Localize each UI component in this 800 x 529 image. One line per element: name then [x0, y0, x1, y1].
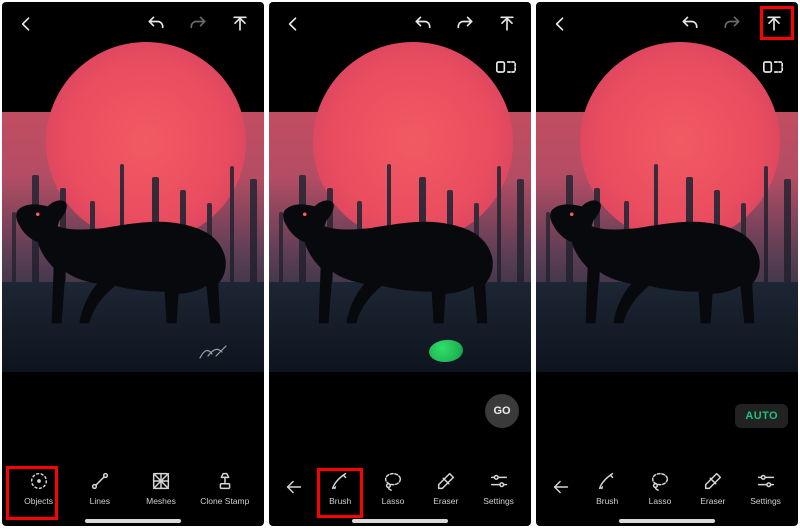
tool-settings[interactable]: Settings [744, 469, 788, 506]
tool-meshes[interactable]: Meshes [139, 469, 183, 506]
tool-label: Objects [24, 496, 53, 506]
toolbar-back-button[interactable] [546, 475, 576, 499]
meshes-icon [149, 469, 173, 493]
image-canvas[interactable] [536, 112, 798, 372]
undo-icon[interactable] [144, 12, 168, 36]
home-indicator [619, 519, 715, 523]
phone-screen-2: GO Brush Lasso Eraser Settings [269, 2, 531, 526]
tool-lines[interactable]: Lines [78, 469, 122, 506]
tool-label: Lines [90, 496, 110, 506]
export-icon[interactable] [762, 12, 786, 36]
clonestamp-icon [213, 469, 237, 493]
eraser-icon [701, 469, 725, 493]
tool-brush[interactable]: Brush [585, 469, 629, 506]
tool-label: Lasso [382, 496, 405, 506]
home-indicator [352, 519, 448, 523]
tool-lasso[interactable]: Lasso [638, 469, 682, 506]
tool-label: Eraser [433, 496, 458, 506]
tool-label: Clone Stamp [200, 496, 249, 506]
redo-icon[interactable] [720, 12, 744, 36]
objects-icon [27, 469, 51, 493]
tool-eraser[interactable]: Eraser [691, 469, 735, 506]
tool-eraser[interactable]: Eraser [424, 469, 468, 506]
signature-mark [198, 342, 228, 362]
tool-label: Brush [329, 496, 351, 506]
back-icon[interactable] [281, 12, 305, 36]
back-icon[interactable] [14, 12, 38, 36]
eraser-icon [434, 469, 458, 493]
redo-icon[interactable] [453, 12, 477, 36]
undo-icon[interactable] [411, 12, 435, 36]
tool-lasso[interactable]: Lasso [371, 469, 415, 506]
settings-icon [487, 469, 511, 493]
tool-label: Brush [596, 496, 618, 506]
undo-icon[interactable] [678, 12, 702, 36]
tool-label: Settings [750, 496, 781, 506]
home-indicator [85, 519, 181, 523]
tool-label: Lasso [649, 496, 672, 506]
lasso-icon [648, 469, 672, 493]
tool-settings[interactable]: Settings [477, 469, 521, 506]
bottom-toolbar: Brush Lasso Eraser Settings [536, 458, 798, 516]
export-icon[interactable] [228, 12, 252, 36]
tool-objects[interactable]: Objects [17, 469, 61, 506]
export-icon[interactable] [495, 12, 519, 36]
lasso-icon [381, 469, 405, 493]
phone-screen-1: Objects Lines Meshes Clone Stamp [2, 2, 264, 526]
toolbar-back-button[interactable] [279, 475, 309, 499]
tool-brush[interactable]: Brush [318, 469, 362, 506]
back-icon[interactable] [548, 12, 572, 36]
top-bar [536, 2, 798, 46]
image-canvas[interactable] [2, 112, 264, 372]
top-bar [2, 2, 264, 46]
top-bar [269, 2, 531, 46]
compare-icon[interactable] [762, 56, 784, 78]
tool-label: Meshes [146, 496, 176, 506]
dog-silhouette [8, 164, 246, 334]
tool-label: Eraser [700, 496, 725, 506]
auto-button[interactable]: AUTO [735, 404, 788, 428]
image-canvas[interactable] [269, 112, 531, 372]
bottom-toolbar: Brush Lasso Eraser Settings [269, 458, 531, 516]
bottom-toolbar: Objects Lines Meshes Clone Stamp [2, 458, 264, 516]
redo-icon[interactable] [186, 12, 210, 36]
dog-silhouette [275, 164, 513, 334]
brush-icon [595, 469, 619, 493]
phone-screen-3: AUTO Brush Lasso Eraser Settings [536, 2, 798, 526]
brush-icon [328, 469, 352, 493]
lines-icon [88, 469, 112, 493]
tool-clonestamp[interactable]: Clone Stamp [200, 469, 249, 506]
tool-label: Settings [483, 496, 514, 506]
dog-silhouette [542, 164, 780, 334]
go-button[interactable]: GO [485, 394, 519, 428]
settings-icon [754, 469, 778, 493]
compare-icon[interactable] [495, 56, 517, 78]
